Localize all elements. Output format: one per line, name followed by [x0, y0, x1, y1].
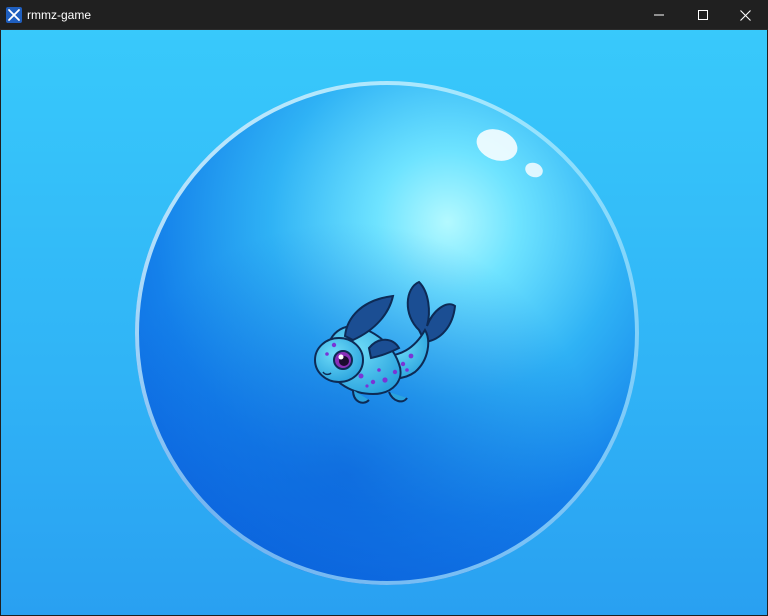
- minimize-icon: [654, 14, 664, 16]
- bubble[interactable]: [135, 81, 639, 585]
- rpg-maker-icon: [6, 7, 22, 23]
- game-window: rmmz-game: [0, 0, 768, 616]
- game-canvas-area[interactable]: [1, 30, 767, 615]
- title-bar[interactable]: rmmz-game: [0, 0, 768, 30]
- close-button[interactable]: [722, 0, 768, 30]
- maximize-button[interactable]: [680, 0, 726, 30]
- game-scene[interactable]: [1, 30, 767, 615]
- maximize-icon: [698, 10, 708, 20]
- minimize-button[interactable]: [636, 0, 682, 30]
- close-icon: [739, 9, 751, 21]
- window-title: rmmz-game: [27, 8, 92, 22]
- eye-shine: [338, 354, 344, 360]
